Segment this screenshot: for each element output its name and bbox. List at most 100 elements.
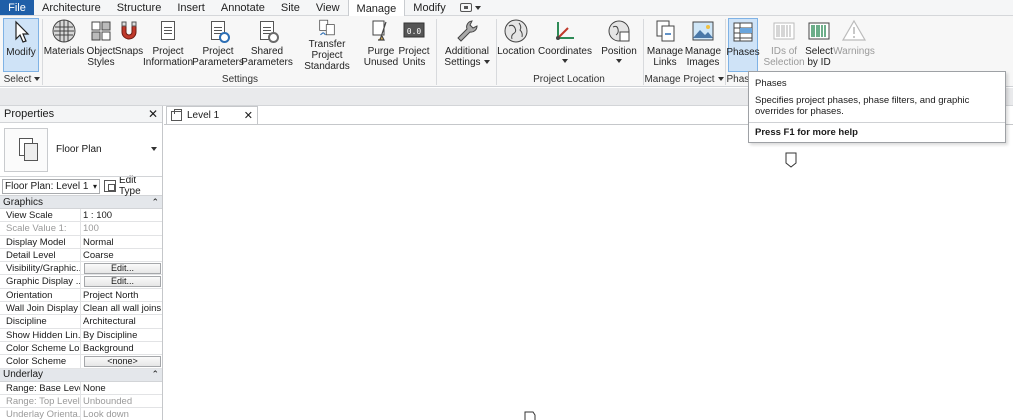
magnet-icon xyxy=(121,21,137,40)
view-tab-label: Level 1 xyxy=(187,110,220,121)
manage-links-label: Manage Links xyxy=(646,46,684,68)
tab-modify[interactable]: Modify xyxy=(405,0,453,15)
property-value[interactable]: By Discipline xyxy=(81,329,162,341)
property-name: Range: Top Level xyxy=(0,394,81,408)
tab-architecture[interactable]: Architecture xyxy=(34,0,109,15)
tab-site[interactable]: Site xyxy=(273,0,308,15)
snaps-label: Snaps xyxy=(114,46,144,57)
chevron-down-icon xyxy=(34,77,41,82)
group-underlay[interactable]: Underlay ⌃ xyxy=(0,368,162,382)
property-edit-button[interactable]: Edit... xyxy=(84,276,161,288)
property-name: Show Hidden Lin... xyxy=(0,328,81,341)
phases-tooltip: Phases Specifies project phases, phase f… xyxy=(748,71,1006,143)
location-button[interactable]: Location xyxy=(497,18,535,72)
property-value[interactable]: Coarse xyxy=(81,249,162,261)
barcode-icon xyxy=(773,22,795,40)
instance-row: Floor Plan: Level 1 ▾ Edit Type xyxy=(0,175,162,197)
property-name: Color Scheme Lo... xyxy=(0,341,81,355)
elevation-marker-icon[interactable] xyxy=(785,152,797,168)
property-name: Visibility/Graphic... xyxy=(0,262,81,275)
shared-parameters-button[interactable]: Shared Parameters xyxy=(241,18,293,72)
chevron-down-icon xyxy=(483,60,490,65)
quick-access-toolbar[interactable] xyxy=(454,0,487,15)
materials-button[interactable]: Materials xyxy=(44,18,84,72)
property-name: Detail Level xyxy=(0,248,81,262)
snaps-button[interactable]: Snaps xyxy=(115,18,143,72)
properties-title: Properties xyxy=(4,108,55,120)
type-selector[interactable]: Floor Plan xyxy=(0,123,162,177)
phases-button[interactable]: Phases xyxy=(726,18,760,72)
view-tab-level-1[interactable]: Level 1 ✕ xyxy=(166,106,258,124)
tab-annotate[interactable]: Annotate xyxy=(213,0,273,15)
instance-selector[interactable]: Floor Plan: Level 1 ▾ xyxy=(2,178,101,194)
additional-settings-button[interactable]: Additional Settings xyxy=(440,18,494,72)
property-row: Display Model Normal xyxy=(0,235,162,249)
chevron-down-icon xyxy=(717,77,724,82)
property-edit-button[interactable]: Edit... xyxy=(84,263,161,275)
property-edit-button[interactable]: <none> xyxy=(84,356,161,368)
position-button[interactable]: Position xyxy=(599,18,639,72)
type-name: Floor Plan xyxy=(56,144,102,155)
tooltip-description: Specifies project phases, phase filters,… xyxy=(755,95,970,117)
property-value[interactable]: Normal xyxy=(81,236,162,248)
property-row: Orientation Project North xyxy=(0,288,162,303)
modify-label: Modify xyxy=(6,47,36,58)
purge-unused-button[interactable]: Purge Unused xyxy=(364,18,398,72)
project-parameters-button[interactable]: Project Parameters xyxy=(192,18,244,72)
warnings-label: Warnings xyxy=(833,46,875,57)
property-name: Color Scheme xyxy=(0,355,81,368)
manage-links-button[interactable]: Manage Links xyxy=(646,18,684,72)
drawing-canvas[interactable] xyxy=(164,124,1013,420)
position-label: Position xyxy=(601,46,637,57)
property-row: Show Hidden Lin... By Discipline xyxy=(0,328,162,342)
chevron-down-icon xyxy=(151,147,157,151)
warnings-button[interactable]: Warnings xyxy=(833,18,875,72)
panel-project-location-label: Project Location xyxy=(533,74,605,85)
tab-insert[interactable]: Insert xyxy=(169,0,213,15)
close-icon[interactable]: ✕ xyxy=(244,109,253,122)
property-value[interactable]: Clean all wall joins xyxy=(81,302,162,314)
project-information-icon xyxy=(155,18,181,44)
transfer-project-standards-button[interactable]: Transfer Project Standards xyxy=(292,18,362,72)
project-information-label: Project Information xyxy=(142,46,194,68)
property-value[interactable]: Project North xyxy=(81,289,162,301)
tab-manage[interactable]: Manage xyxy=(347,0,406,17)
property-value-cell: <none> xyxy=(81,355,162,368)
group-graphics[interactable]: Graphics ⌃ xyxy=(0,196,162,209)
elevation-marker-icon[interactable] xyxy=(524,411,536,420)
panel-select-label[interactable]: Select xyxy=(2,73,42,86)
edit-type-button[interactable]: Edit Type xyxy=(104,175,160,197)
property-value[interactable]: None xyxy=(81,382,162,394)
property-value[interactable]: Background xyxy=(81,342,162,354)
manage-images-label: Manage Images xyxy=(684,46,722,68)
property-row: Detail Level Coarse xyxy=(0,248,162,263)
object-styles-button[interactable]: Object Styles xyxy=(85,18,117,72)
property-name: Range: Base Level xyxy=(0,381,81,394)
close-icon[interactable]: ✕ xyxy=(148,107,158,121)
property-row: Range: Base Level None xyxy=(0,381,162,395)
tab-view[interactable]: View xyxy=(308,0,348,15)
manage-images-button[interactable]: Manage Images xyxy=(684,18,722,72)
links-icon xyxy=(656,20,675,42)
panel-manage-project-label[interactable]: Manage Project xyxy=(644,73,724,86)
property-row: Color Scheme <none> xyxy=(0,355,162,369)
property-row: Graphic Display ... Edit... xyxy=(0,275,162,289)
shared-parameters-icon xyxy=(254,18,280,44)
project-units-button[interactable]: 0.0 Project Units xyxy=(398,18,430,72)
coordinates-button[interactable]: Coordinates xyxy=(538,18,592,72)
ids-of-selection-button[interactable]: IDs of Selection xyxy=(763,18,805,72)
property-value[interactable]: 1 : 100 xyxy=(81,209,162,221)
chevron-down-icon xyxy=(474,5,481,10)
property-name: Underlay Orienta... xyxy=(0,408,81,420)
phases-icon xyxy=(733,22,753,42)
additional-settings-label: Additional Settings xyxy=(444,46,490,68)
property-value[interactable]: Architectural xyxy=(81,315,162,327)
property-name: Display Model xyxy=(0,235,81,248)
object-styles-icon xyxy=(91,21,111,41)
project-information-button[interactable]: Project Information xyxy=(143,18,193,72)
tab-structure[interactable]: Structure xyxy=(109,0,170,15)
select-by-id-button[interactable]: Select by ID xyxy=(803,18,835,72)
file-tab[interactable]: File xyxy=(0,0,34,15)
modify-button[interactable]: Modify xyxy=(3,18,39,72)
shared-parameters-label: Shared Parameters xyxy=(241,46,293,68)
